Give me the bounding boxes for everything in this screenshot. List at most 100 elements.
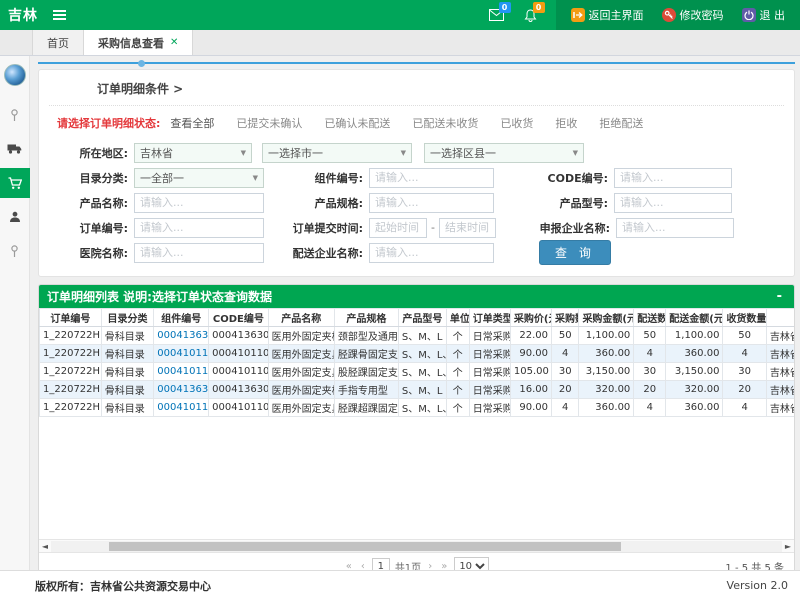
scroll-right-icon[interactable]: ► xyxy=(782,542,794,551)
table-row[interactable]: 1_220722H骨科目录0004101100041011002医用外固定支具胫… xyxy=(40,345,795,363)
sidebar-item-user[interactable] xyxy=(0,202,30,232)
county-select[interactable]: 一选择区县一▼ xyxy=(424,143,584,163)
sidebar-item-cart[interactable] xyxy=(0,168,30,198)
column-header: 产品规格 xyxy=(334,309,398,327)
province-select[interactable]: 吉林省▼ xyxy=(134,143,252,163)
product-name-input[interactable] xyxy=(134,193,264,213)
avatar[interactable] xyxy=(4,64,26,86)
next-page-button[interactable]: › xyxy=(426,561,434,571)
horizontal-scrollbar[interactable]: ◄ ► xyxy=(39,539,794,552)
table-cell: 50 xyxy=(723,327,766,345)
table-cell: 医用外固定支具 xyxy=(268,345,334,363)
sidebar xyxy=(0,56,30,570)
tab-procurement-info[interactable]: 采购信息查看 ✕ xyxy=(84,30,193,55)
table-cell: 30 xyxy=(552,363,579,381)
column-header: 目录分类 xyxy=(101,309,154,327)
return-main-button[interactable]: 返回主界面 xyxy=(562,7,653,23)
table-cell: 4 xyxy=(552,345,579,363)
column-header: 订单编号 xyxy=(40,309,102,327)
scroll-left-icon[interactable]: ◄ xyxy=(39,542,51,551)
component-no-link[interactable]: 00041363 xyxy=(154,327,209,345)
end-time-input[interactable] xyxy=(439,218,496,238)
copyright-text: 版权所有：吉林省公共资源交易中心 xyxy=(35,578,211,594)
search-button[interactable]: 查 询 xyxy=(539,240,611,265)
column-header: 单位 xyxy=(446,309,469,327)
table-cell: 吉林省恒达天创医疗科技有限公司 xyxy=(766,327,794,345)
component-no-link[interactable]: 00041011 xyxy=(154,399,209,417)
table-cell: 1_220722H xyxy=(40,363,102,381)
status-option[interactable]: 已收货 xyxy=(500,117,533,130)
status-option[interactable]: 已提交未确认 xyxy=(236,117,302,130)
table-cell: 日常采购 xyxy=(469,399,510,417)
hamburger-menu-icon[interactable] xyxy=(48,0,74,30)
table-header-row: 订单编号目录分类组件编号CODE编号产品名称产品规格产品型号单位订单类型采购价(… xyxy=(40,309,795,327)
sidebar-item-location[interactable] xyxy=(0,100,30,130)
table-title: 订单明细列表 说明:选择订单状态查询数据 xyxy=(47,288,272,305)
table-cell: 个 xyxy=(446,327,469,345)
order-no-input[interactable] xyxy=(134,218,264,238)
table-cell: 骨科目录 xyxy=(101,345,154,363)
page-number-input[interactable] xyxy=(372,558,390,570)
chevron-down-icon: ▼ xyxy=(253,174,258,182)
status-option[interactable]: 拒收 xyxy=(555,117,577,130)
product-model-input[interactable] xyxy=(614,193,732,213)
component-no-link[interactable]: 00041011 xyxy=(154,345,209,363)
component-no-input[interactable] xyxy=(369,168,494,188)
version-text: Version 2.0 xyxy=(727,579,788,592)
product-spec-input[interactable] xyxy=(369,193,494,213)
column-header: 组件编号 xyxy=(154,309,209,327)
notifications-button[interactable]: 0 xyxy=(514,0,548,30)
delivery-company-input[interactable] xyxy=(369,243,494,263)
table-cell: 4 xyxy=(552,399,579,417)
messages-button[interactable]: 0 xyxy=(480,0,514,30)
status-option[interactable]: 已配送未收货 xyxy=(412,117,478,130)
table-cell: 30 xyxy=(723,363,766,381)
table-cell: 日常采购 xyxy=(469,363,510,381)
hospital-input[interactable] xyxy=(134,243,264,263)
tab-bar: 首页 采购信息查看 ✕ xyxy=(0,30,800,56)
code-no-input[interactable] xyxy=(614,168,732,188)
prev-page-button[interactable]: ‹ xyxy=(359,561,367,571)
status-option[interactable]: 已确认未配送 xyxy=(324,117,390,130)
catalog-select[interactable]: 一全部一▼ xyxy=(134,168,264,188)
table-cell: 90.00 xyxy=(510,399,551,417)
table-cell: 360.00 xyxy=(666,399,723,417)
first-page-button[interactable]: « xyxy=(344,561,354,571)
table-cell: 22.00 xyxy=(510,327,551,345)
component-no-label: 组件编号: xyxy=(284,170,369,186)
table-row[interactable]: 1_220722H骨科目录0004136300041363001医用外固定夹板颈… xyxy=(40,327,795,345)
component-no-link[interactable]: 00041011 xyxy=(154,363,209,381)
table-cell: 颈部型及通用型 xyxy=(334,327,398,345)
last-page-button[interactable]: » xyxy=(439,561,449,571)
chevron-down-icon: ▼ xyxy=(241,149,246,157)
map-pin-icon xyxy=(9,245,20,258)
record-range-text: 1 - 5 共 5 条 xyxy=(725,559,784,571)
tab-home[interactable]: 首页 xyxy=(32,30,84,55)
sidebar-item-delivery[interactable] xyxy=(0,134,30,164)
page-size-select[interactable]: 10 xyxy=(454,557,489,570)
table-row[interactable]: 1_220722H骨科目录0004101100041011001医用外固定支具股… xyxy=(40,363,795,381)
table-cell: 320.00 xyxy=(579,381,634,399)
table-row[interactable]: 1_220722H骨科目录0004136300041363000医用外固定夹板手… xyxy=(40,381,795,399)
collapse-icon[interactable]: - xyxy=(773,290,786,303)
logout-button[interactable]: 退 出 xyxy=(733,7,795,23)
scrollbar-knob[interactable] xyxy=(138,60,145,67)
component-no-link[interactable]: 00041363 xyxy=(154,381,209,399)
start-time-input[interactable] xyxy=(369,218,427,238)
column-header: 订单类型 xyxy=(469,309,510,327)
status-option[interactable]: 查看全部 xyxy=(170,117,214,130)
table-row[interactable]: 1_220722H骨科目录0004101100041011002医用外固定支具胫… xyxy=(40,399,795,417)
status-option[interactable]: 拒绝配送 xyxy=(599,117,643,130)
table-cell: 20 xyxy=(634,381,666,399)
sidebar-item-location2[interactable] xyxy=(0,236,30,266)
filter-panel-title[interactable]: 订单明细条件 > xyxy=(97,82,183,96)
scrollbar-thumb[interactable] xyxy=(109,542,621,551)
city-select[interactable]: 一选择市一▼ xyxy=(262,143,412,163)
table-cell: 20 xyxy=(723,381,766,399)
close-icon[interactable]: ✕ xyxy=(170,37,178,48)
content-scrollbar[interactable] xyxy=(38,60,795,65)
change-password-button[interactable]: 修改密码 xyxy=(653,7,733,23)
pagination: « ‹ 共1页 › » 10 1 - 5 共 5 条 xyxy=(39,552,794,570)
declare-company-input[interactable] xyxy=(616,218,734,238)
table-cell: 骨科目录 xyxy=(101,363,154,381)
